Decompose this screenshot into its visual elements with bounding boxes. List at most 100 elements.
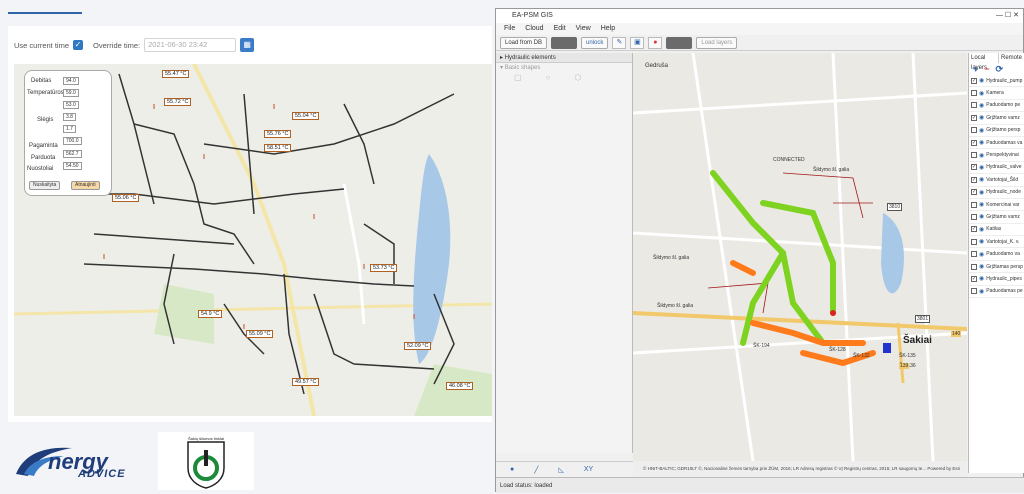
layer-checkbox[interactable]: ✓ [971, 77, 977, 84]
menu-file[interactable]: File [504, 23, 515, 35]
window-controls[interactable]: — ☐ ✕ [996, 9, 1019, 23]
square-shape-icon[interactable]: ▢ [514, 73, 522, 87]
eye-icon[interactable]: ◉ [979, 226, 984, 233]
polygon-shape-icon[interactable]: ⬡ [574, 73, 581, 87]
toolbar-field-1[interactable] [551, 36, 578, 49]
refresh-button[interactable]: Atnaujinti [71, 181, 100, 190]
layer-checkbox[interactable] [971, 152, 977, 159]
parduota-value: 562.7 [63, 150, 82, 158]
layer-item[interactable]: ◉ Grįžtamo vamz [969, 211, 1024, 224]
layer-checkbox[interactable]: ✓ [971, 226, 977, 233]
layer-checkbox[interactable]: ✓ [971, 176, 977, 183]
circle-shape-icon[interactable]: ○ [546, 73, 551, 87]
layer-item[interactable]: ✓ ◉ Hydraulic_valve [969, 162, 1024, 175]
eye-icon[interactable]: ◉ [979, 275, 984, 282]
layer-item[interactable]: ✓ ◉ Hydraulic_pump [969, 75, 1024, 88]
point-tool-icon[interactable]: ● [510, 466, 514, 473]
menu-edit[interactable]: Edit [554, 23, 566, 35]
layer-item[interactable]: ◉ Paduodamas pe [969, 286, 1024, 299]
xy-tool-icon[interactable]: XY [584, 466, 593, 473]
eye-icon[interactable]: ◉ [979, 127, 984, 134]
layer-checkbox[interactable] [971, 251, 977, 258]
line-tool-icon[interactable]: ╱ [534, 466, 538, 474]
reset-button[interactable]: Nuskaityta [29, 181, 61, 190]
eye-icon[interactable]: ◉ [979, 102, 984, 109]
load-layers-button[interactable]: Load layers [696, 36, 738, 49]
eye-icon[interactable]: ◉ [979, 164, 984, 171]
calendar-button[interactable]: ▦ [240, 38, 255, 52]
layer-item[interactable]: ◉ Grįžtamo persp [969, 125, 1024, 137]
layer-item[interactable]: ✓ ◉ Paduodamas va [969, 137, 1024, 150]
gis-map-view[interactable]: Gedruša CONNECTED Šildymo šl. galia Šild… [633, 53, 967, 461]
layer-checkbox[interactable]: ✓ [971, 139, 977, 146]
tab-local-layers[interactable]: Local layers [969, 53, 999, 71]
map-label: Šildymo šl. galia [657, 303, 694, 309]
layers-tabs: Local layers Remote [969, 53, 1024, 71]
menu-cloud[interactable]: Cloud [525, 23, 543, 35]
layer-checkbox[interactable] [971, 102, 977, 109]
eye-icon[interactable]: ◉ [979, 90, 984, 97]
hydraulic-elements-header[interactable]: ▸ Hydraulic elements [496, 53, 632, 63]
use-current-time-checkbox[interactable]: ✓ [73, 40, 84, 50]
layer-name: Hydraulic_pump [986, 77, 1023, 84]
layer-item[interactable]: ◉ Kamera [969, 87, 1024, 100]
layer-item[interactable]: ✓ ◉ Vartotojai_Šild [969, 174, 1024, 187]
edit-icon[interactable]: ✎ [612, 36, 627, 49]
tab-remote[interactable]: Remote [999, 53, 1024, 63]
eye-icon[interactable]: ◉ [979, 77, 984, 84]
eye-icon[interactable]: ◉ [979, 189, 984, 196]
layer-item[interactable]: ◉ Komercinai var [969, 199, 1024, 212]
temp-label: 55.06 °C [112, 194, 140, 202]
layer-checkbox[interactable] [971, 127, 977, 134]
layer-item[interactable]: ✓ ◉ Katilas [969, 224, 1024, 237]
toolbar-field-2[interactable] [666, 36, 693, 49]
override-time-input[interactable]: 2021-06-30 23:42 [144, 38, 237, 52]
network-map[interactable]: Debitas 94.0 Temperatūros 59.0 53.0 Slėg… [14, 64, 492, 416]
layer-name: Komercinai var [986, 201, 1020, 208]
menu-help[interactable]: Help [601, 23, 615, 35]
eye-icon[interactable]: ◉ [979, 201, 984, 208]
layer-checkbox[interactable] [971, 238, 977, 245]
active-tab-indicator[interactable] [8, 12, 82, 14]
layer-item[interactable]: ◉ Vartotojai_K. v. [969, 236, 1024, 249]
refresh-layers-icon[interactable]: ⟳ [996, 63, 1004, 75]
pin-icon[interactable]: ● [648, 36, 663, 49]
layer-checkbox[interactable]: ✓ [971, 275, 977, 282]
unlock-button[interactable]: unlock [581, 36, 609, 49]
add-layer-icon[interactable]: + [973, 63, 978, 75]
eye-icon[interactable]: ◉ [979, 213, 984, 220]
layer-item[interactable]: ✓ ◉ Hydraulic_node [969, 187, 1024, 199]
layer-item[interactable]: ◉ Paduodamo va [969, 248, 1024, 261]
eye-icon[interactable]: ◉ [979, 139, 984, 146]
eye-icon[interactable]: ◉ [979, 114, 984, 121]
time-controls: Use current time ✓ Override time: 2021-0… [14, 38, 255, 52]
layer-item[interactable]: ◉ Paduodamo pe [969, 100, 1024, 113]
layer-item[interactable]: ✓ ◉ Grįžtamo vamz [969, 112, 1024, 125]
basic-shapes-header[interactable]: ▾ Basic shapes [496, 63, 632, 73]
layer-item[interactable]: ✓ ◉ Hydraulic_pipes [969, 273, 1024, 286]
load-from-db-button[interactable]: Load from DB [500, 36, 548, 49]
layer-checkbox[interactable]: ✓ [971, 114, 977, 121]
debitas-value: 94.0 [63, 77, 79, 85]
layer-checkbox[interactable] [971, 201, 977, 208]
map-label: ŠK-132 [853, 353, 870, 359]
layer-item[interactable]: ◉ Perspektyvinai [969, 149, 1024, 162]
measure-tool-icon[interactable]: ◺ [558, 466, 563, 474]
eye-icon[interactable]: ◉ [979, 288, 984, 295]
eye-icon[interactable]: ◉ [979, 152, 984, 159]
eye-icon[interactable]: ◉ [979, 251, 984, 258]
layer-checkbox[interactable] [971, 213, 977, 220]
layer-checkbox[interactable] [971, 90, 977, 97]
eye-icon[interactable]: ◉ [979, 263, 984, 270]
temp-label: 58.51 °C [264, 144, 292, 152]
menu-view[interactable]: View [576, 23, 591, 35]
layer-checkbox[interactable] [971, 288, 977, 295]
image-icon[interactable]: ▣ [630, 36, 645, 49]
remove-layer-icon[interactable]: − [984, 63, 989, 75]
eye-icon[interactable]: ◉ [979, 238, 984, 245]
layer-item[interactable]: ◉ Grįžtamas persp [969, 261, 1024, 274]
eye-icon[interactable]: ◉ [979, 176, 984, 183]
layer-checkbox[interactable]: ✓ [971, 189, 977, 196]
layer-checkbox[interactable] [971, 263, 977, 270]
layer-checkbox[interactable]: ✓ [971, 164, 977, 171]
